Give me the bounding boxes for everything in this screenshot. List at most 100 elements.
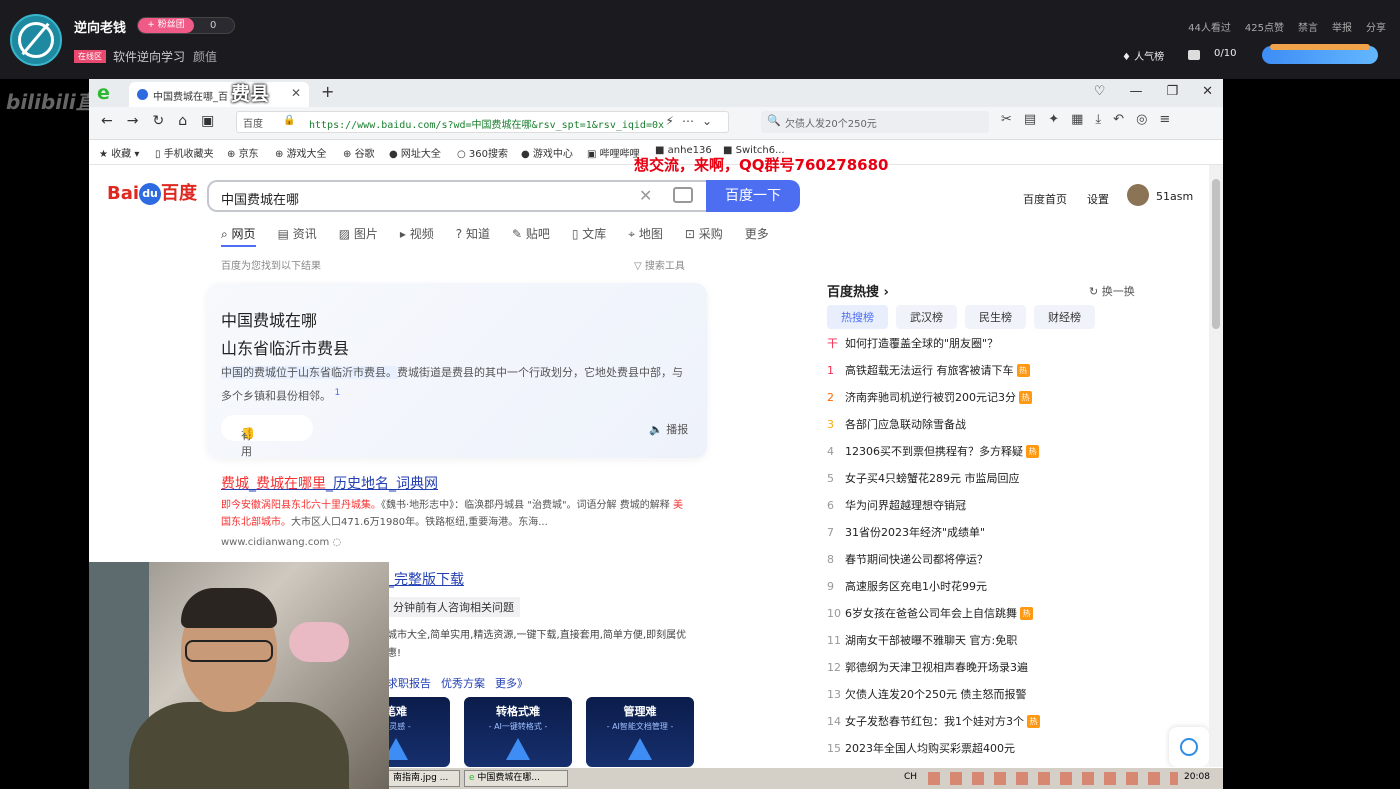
fan-club-badge[interactable]: + 粉丝团 0 [137,17,235,34]
promo-card[interactable]: 转格式难 - AI一键转格式 - [464,697,572,767]
undo-icon[interactable]: ↶ [1113,112,1124,127]
promo-card[interactable]: 管理难 - AI智能文档管理 - [586,697,694,767]
hot-title[interactable]: 6岁女孩在爸爸公司年会上自信跳舞 [845,607,1017,620]
bookmark-item[interactable]: ○ 360搜索 [457,145,508,160]
tab-web[interactable]: ⌕ 网页 [221,225,256,247]
hot-tab[interactable]: 民生榜 [965,305,1026,329]
input-method[interactable]: CH [904,772,917,782]
download-icon[interactable]: ⤓ [1095,112,1101,127]
new-tab-button[interactable]: + [321,82,334,101]
tab-more[interactable]: 更多 [745,225,769,247]
hot-item[interactable]: 11 湖南女干部被曝不雅聊天 官方:免职 [827,632,1040,659]
ad-link[interactable]: 优秀方案 [441,675,485,691]
tab-news[interactable]: ▤ 资讯 [278,225,317,247]
sync-icon[interactable]: ◎ [1136,112,1147,127]
user-avatar[interactable] [1127,184,1149,206]
scrollbar[interactable] [1209,165,1223,789]
address-bar[interactable]: 百度 🔒 https://www.baidu.com/s?wd=中国费城在哪&r… [236,111,729,133]
scissors-icon[interactable]: ✂ [1001,112,1012,127]
mute-button[interactable]: 禁言 [1298,19,1318,34]
tab-video[interactable]: ▸ 视频 [400,225,434,247]
hot-item[interactable]: 13 欠债人连发20个250元 债主怒而报警 [827,686,1040,713]
address-actions[interactable]: ⚡⋯⌄ [666,114,720,128]
ad-chip[interactable]: 分钟前有人咨询相关问题 [387,597,520,617]
close-window-icon[interactable]: ✕ [1202,84,1213,99]
hot-item[interactable]: 14 女子发愁春节红包：我1个娃对方3个热 [827,713,1040,740]
apps-icon[interactable]: ▦ [1071,112,1083,127]
result-url[interactable]: www.cidianwang.com ◌ [221,537,341,548]
hot-title[interactable]: 高铁超载无法运行 有旅客被请下车 [845,364,1014,377]
hot-tab[interactable]: 武汉榜 [896,305,957,329]
streamer-avatar[interactable] [10,14,62,66]
search-query[interactable]: 中国费城在哪 [221,189,299,208]
tab-wenku[interactable]: ▯ 文库 [572,225,606,247]
useful-buttons[interactable]: 👍 有用 👎 [221,415,313,458]
assistant-button[interactable] [1169,727,1209,767]
tray-icons[interactable] [928,772,1178,785]
share-button[interactable]: 分享 [1366,19,1386,34]
result-title-link[interactable]: 费城_费城在哪里_历史地名_词典网 [221,473,438,493]
skin-icon[interactable]: ♡ [1094,84,1106,99]
taskbar-item[interactable]: 南指南.jpg ... [388,770,460,787]
streamer-name[interactable]: 逆向老钱 [74,17,126,36]
hot-item[interactable]: 1 高铁超载无法运行 有旅客被请下车热 [827,362,1040,389]
tab-purchase[interactable]: ⊡ 采购 [685,225,723,247]
scrollbar-thumb[interactable] [1212,179,1220,329]
quality-link[interactable]: 颜值 [193,48,217,65]
hot-item[interactable]: 9 高速服务区充电1小时花99元 [827,578,1040,605]
hot-item[interactable]: 12 郭德纲为天津卫视相声春晚开场录3遍 [827,659,1040,686]
url-text[interactable]: https://www.baidu.com/s?wd=中国费城在哪&rsv_sp… [309,116,664,131]
browser-logo-icon[interactable]: e [97,83,117,103]
tab-tieba[interactable]: ✎ 贴吧 [512,225,550,247]
hot-tab[interactable]: 财经榜 [1034,305,1095,329]
ad-title-link[interactable]: _完整版下载 [387,569,464,589]
hot-title[interactable]: 女子发愁春节红包：我1个娃对方3个 [845,715,1024,728]
restore-icon[interactable]: ❐ [1166,84,1178,99]
bookmark-item[interactable]: ▯ 手机收藏夹 [155,145,214,160]
hot-item[interactable]: 8 春节期间快递公司都将停运？ [827,551,1040,578]
hot-title[interactable]: 如何打造覆盖全球的"朋友圈"？ [845,337,998,350]
bookmark-item[interactable]: ⊕ 谷歌 [343,145,375,160]
hot-item[interactable]: 15 2023年全国人均购买彩票超400元 [827,740,1040,767]
hot-item[interactable]: 干如何打造覆盖全球的"朋友圈"？ [827,335,1040,362]
ad-link[interactable]: 求职报告 [387,675,431,691]
hot-title[interactable]: 春节期间快递公司都将停运？ [845,553,988,566]
hot-title[interactable]: 郭德纲为天津卫视相声春晚开场录3遍 [845,661,1028,674]
bookmark-item[interactable]: ▣ 哔哩哔哩 [587,145,640,160]
taskbar-item-active[interactable]: e 中国费城在哪... [464,770,568,787]
close-tab-icon[interactable]: ✕ [291,86,301,100]
hot-item[interactable]: 6 华为问界超越理想夺销冠 [827,497,1040,524]
hot-title[interactable]: 2023年全国人均购买彩票超400元 [845,742,1015,755]
refresh-button[interactable]: ↻ 换一换 [1089,283,1135,299]
home-link[interactable]: 百度首页 [1023,191,1067,207]
back-icon[interactable]: ← [101,113,113,129]
bookmark-item[interactable]: ● 游戏中心 [521,145,573,160]
translate-icon[interactable]: ▤ [1024,112,1036,127]
play-button[interactable]: 🔈 播报 [649,421,688,437]
home-icon[interactable]: ⌂ [178,113,187,129]
settings-link[interactable]: 设置 [1087,191,1109,207]
tab-images[interactable]: ▨ 图片 [339,225,378,247]
reload-icon[interactable]: ↻ [152,113,164,129]
hot-title[interactable]: 湖南女干部被曝不雅聊天 官方:免职 [845,634,1017,647]
hot-title[interactable]: 女子买4只螃蟹花289元 市监局回应 [845,472,1020,485]
snapshot-icon[interactable]: ◌ [332,537,341,548]
hot-item[interactable]: 5 女子买4只螃蟹花289元 市监局回应 [827,470,1040,497]
tab-baidu[interactable]: 中国费城在哪_百 ✕ [129,82,309,107]
hot-title[interactable]: 济南奔驰司机逆行被罚200元记3分 [845,391,1016,404]
hot-search-title[interactable]: 百度热搜 › [827,285,889,300]
hot-title[interactable]: 各部门应急联动除雪备战 [845,418,966,431]
thumbs-down-icon[interactable]: 👎 [241,427,255,440]
game-icon[interactable]: ✦ [1048,112,1059,127]
menu-icon[interactable]: ≡ [1159,112,1170,127]
hot-title[interactable]: 高速服务区充电1小时花99元 [845,580,987,593]
hot-item[interactable]: 3 各部门应急联动除雪备战 [827,416,1040,443]
ad-link[interactable]: 更多》 [495,675,528,691]
search-button[interactable]: 百度一下 [706,180,800,212]
hot-item[interactable]: 10 6岁女孩在爸爸公司年会上自信跳舞热 [827,605,1040,632]
popularity-rank[interactable]: ♦ 人气榜 [1122,48,1164,63]
baidu-logo[interactable]: Bai du 百度 [107,179,197,205]
category-link[interactable]: 软件逆向学习 [113,48,185,65]
bookmark-item[interactable]: ⊕ 游戏大全 [275,145,327,160]
tab-map[interactable]: ⌖ 地图 [628,225,663,247]
